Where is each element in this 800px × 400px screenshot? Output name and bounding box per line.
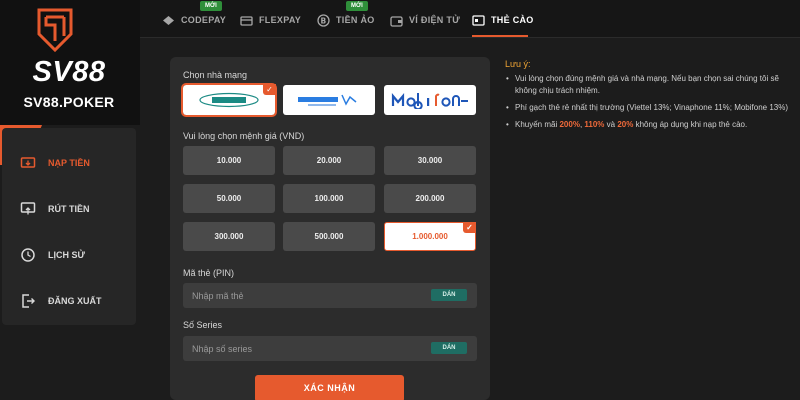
- serial-input[interactable]: [183, 336, 413, 361]
- tab-flexpay[interactable]: FLEXPAY: [240, 12, 301, 28]
- svg-text:B: B: [320, 16, 326, 25]
- sidebar-item-label: ĐĂNG XUẤT: [48, 296, 102, 306]
- tab-scratch-card-label: THẺ CÀO: [491, 15, 534, 25]
- brand-name: SV88: [32, 56, 106, 88]
- sidebar-item-label: RÚT TIỀN: [48, 204, 90, 214]
- promo-text: và: [604, 120, 618, 129]
- amount-option-selected[interactable]: 1.000.000 ✓: [384, 222, 476, 251]
- amount-option[interactable]: 100.000: [283, 184, 375, 213]
- scratch-card-icon: [472, 14, 485, 27]
- promo-text: không áp dụng khi nạp thẻ cào.: [633, 120, 748, 129]
- network-option-vinaphone[interactable]: [283, 85, 375, 115]
- sidebar-item-label: NẠP TIỀN: [48, 158, 90, 168]
- pin-input[interactable]: [183, 283, 413, 308]
- paste-pin-button[interactable]: DÁN: [431, 289, 467, 301]
- sidebar: NẠP TIỀN RÚT TIỀN LỊCH SỬ ĐĂNG XUẤT: [2, 128, 136, 325]
- mobifone-logo: [391, 92, 468, 109]
- card-icon: [240, 14, 253, 27]
- promo-text: Khuyến mãi: [515, 120, 560, 129]
- selected-check-icon: ✓: [463, 222, 476, 233]
- amount-option[interactable]: 200.000: [384, 184, 476, 213]
- sidebar-item-logout[interactable]: ĐĂNG XUẤT: [20, 291, 102, 311]
- amount-option[interactable]: 30.000: [384, 146, 476, 175]
- submit-button[interactable]: XÁC NHẬN: [255, 375, 404, 400]
- network-label: Chọn nhà mạng: [183, 70, 248, 80]
- payment-method-tabs: CODEPAY MỚI FLEXPAY B TIỀN ẢO MỚI VÍ ĐIỆ…: [140, 0, 800, 38]
- brand-logo[interactable]: SV88 SV88.POKER: [0, 0, 140, 125]
- tab-crypto[interactable]: B TIỀN ẢO: [317, 12, 375, 28]
- tab-e-wallet-label: VÍ ĐIỆN TỬ: [409, 15, 460, 25]
- amount-option-label: 1.000.000: [412, 232, 448, 241]
- new-badge: MỚI: [200, 1, 222, 11]
- promo-highlight: 200%: [559, 120, 580, 129]
- amount-option[interactable]: 20.000: [283, 146, 375, 175]
- tab-flexpay-label: FLEXPAY: [259, 15, 302, 25]
- sidebar-item-deposit[interactable]: NẠP TIỀN: [20, 153, 90, 173]
- amount-option[interactable]: 50.000: [183, 184, 275, 213]
- amount-label: Vui lòng chọn mệnh giá (VND): [183, 131, 305, 141]
- history-icon: [20, 247, 36, 263]
- deposit-icon: [20, 155, 36, 171]
- shield-logo-icon: [37, 8, 73, 52]
- amount-option[interactable]: 500.000: [283, 222, 375, 251]
- notes-panel: Lưu ý: Vui lòng chọn đúng mệnh giá và nh…: [505, 58, 795, 136]
- scratch-card-form: Chọn nhà mạng ✓ Vui lòng chọn mệnh giá (…: [170, 57, 490, 400]
- tab-codepay[interactable]: CODEPAY: [162, 12, 226, 28]
- sidebar-item-history[interactable]: LỊCH SỬ: [20, 245, 85, 265]
- vinaphone-logo: [298, 94, 357, 106]
- brand-domain: SV88.POKER: [23, 94, 115, 110]
- tab-codepay-label: CODEPAY: [181, 15, 227, 25]
- active-tab-indicator: [472, 35, 528, 37]
- promo-highlight: 110%: [584, 120, 605, 129]
- pin-field: DÁN: [183, 283, 477, 308]
- tab-scratch-card[interactable]: THẺ CÀO: [472, 12, 534, 28]
- network-option-viettel[interactable]: ✓: [181, 83, 277, 117]
- serial-label: Số Series: [183, 320, 223, 330]
- selected-check-icon: ✓: [263, 84, 276, 95]
- paste-serial-button[interactable]: DÁN: [431, 342, 467, 354]
- note-item: Phí gạch thẻ rẻ nhất thị trường (Viettel…: [505, 102, 795, 114]
- logout-icon: [20, 293, 36, 309]
- new-badge: MỚI: [346, 1, 368, 11]
- wallet-icon: [390, 14, 403, 27]
- notes-list: Vui lòng chọn đúng mệnh giá và nhà mạng.…: [505, 73, 795, 131]
- note-item-promo: Khuyến mãi 200%, 110% và 20% không áp dụ…: [505, 119, 795, 131]
- promo-highlight: 20%: [617, 120, 634, 129]
- notes-title: Lưu ý:: [505, 59, 531, 69]
- amount-option[interactable]: 10.000: [183, 146, 275, 175]
- amount-option[interactable]: 300.000: [183, 222, 275, 251]
- sidebar-item-label: LỊCH SỬ: [48, 250, 85, 260]
- note-item: Vui lòng chọn đúng mệnh giá và nhà mạng.…: [505, 73, 795, 97]
- pin-label: Mã thẻ (PIN): [183, 268, 235, 278]
- network-option-mobifone[interactable]: [384, 85, 476, 115]
- withdraw-icon: [20, 201, 36, 217]
- codepay-icon: [162, 14, 175, 27]
- serial-field: DÁN: [183, 336, 477, 361]
- viettel-logo: [199, 92, 259, 108]
- tab-crypto-label: TIỀN ẢO: [336, 15, 375, 25]
- bitcoin-icon: B: [317, 13, 330, 27]
- tab-e-wallet[interactable]: VÍ ĐIỆN TỬ: [390, 12, 460, 28]
- sidebar-item-withdraw[interactable]: RÚT TIỀN: [20, 199, 90, 219]
